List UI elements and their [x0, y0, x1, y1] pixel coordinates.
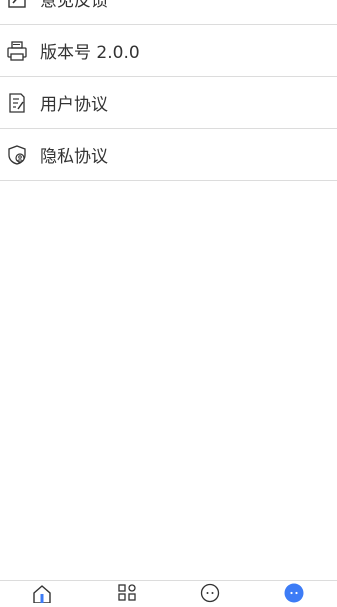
menu-item-feedback[interactable]: 意见反馈	[0, 0, 337, 25]
chat-icon[interactable]	[200, 583, 220, 603]
profile-icon[interactable]	[284, 583, 304, 603]
apps-grid-icon[interactable]	[117, 583, 137, 603]
menu-item-label: 隐私协议	[40, 147, 108, 167]
settings-menu: 意见反馈 版本号 2.0.0 用户协议 隐私协议	[0, 0, 337, 181]
bottom-tab-bar	[0, 580, 337, 604]
document-edit-icon	[6, 92, 28, 114]
menu-item-label: 版本号 2.0.0	[40, 43, 140, 63]
edit-icon	[6, 0, 28, 10]
home-icon[interactable]	[32, 583, 52, 604]
menu-item-privacy-policy[interactable]: 隐私协议	[0, 129, 337, 181]
menu-item-label: 用户协议	[40, 95, 108, 115]
printer-icon	[6, 40, 28, 62]
menu-item-version[interactable]: 版本号 2.0.0	[0, 25, 337, 77]
privacy-shield-icon	[6, 144, 28, 166]
menu-item-label: 意见反馈	[40, 0, 108, 11]
menu-item-user-agreement[interactable]: 用户协议	[0, 77, 337, 129]
